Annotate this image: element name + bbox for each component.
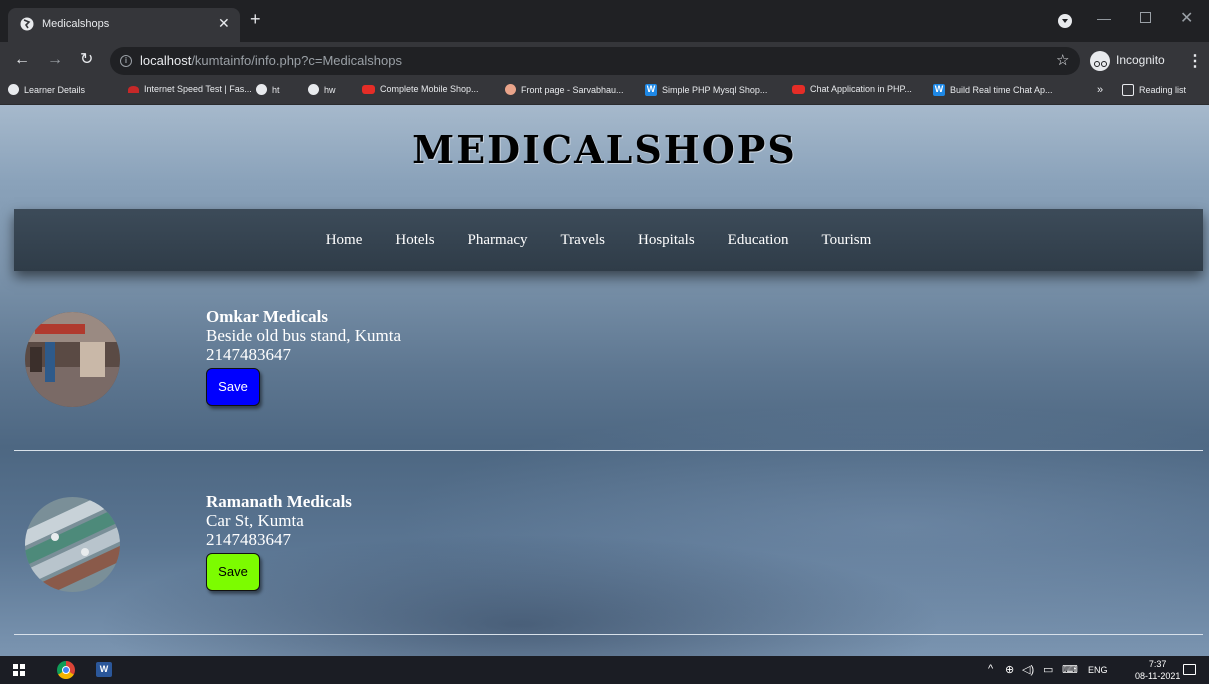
nav-pharmacy[interactable]: Pharmacy	[468, 232, 528, 249]
bookmark-item[interactable]: ht	[256, 84, 280, 95]
shop-address: Beside old bus stand, Kumta	[206, 326, 402, 345]
bookmark-item[interactable]: Front page - Sarvabhau...	[505, 84, 624, 95]
clock-date: 08-11-2021	[1135, 671, 1181, 681]
minimize-icon[interactable]: —	[1097, 10, 1111, 26]
shop-phone: 2147483647	[206, 530, 291, 549]
page-title: MEDICALSHOPS	[412, 127, 797, 172]
address-bar[interactable]: i localhost/kumtainfo/info.php?c=Medical…	[110, 47, 1080, 75]
shop-photo	[25, 497, 120, 592]
system-clock[interactable]: 7:37 08-11-2021	[1135, 658, 1180, 682]
browser-menu-icon[interactable]: ⋮	[1187, 51, 1203, 71]
save-button[interactable]: Save	[206, 368, 260, 406]
globe-icon	[20, 17, 34, 31]
language-indicator[interactable]: ENG	[1088, 665, 1108, 675]
more-bookmarks-button[interactable]: »	[1097, 84, 1103, 96]
bookmark-item[interactable]: W Build Real time Chat Ap...	[933, 84, 1053, 96]
tray-chevron-icon[interactable]: ^	[988, 663, 993, 675]
bookmark-item[interactable]: Chat Application in PHP...	[792, 84, 912, 94]
nav-home[interactable]: Home	[326, 232, 363, 249]
bookmark-item[interactable]: hw	[308, 84, 336, 95]
entry-divider	[14, 634, 1203, 635]
site-favicon-icon	[505, 84, 516, 95]
w3-icon: W	[933, 84, 945, 96]
nav-hospitals[interactable]: Hospitals	[638, 232, 695, 249]
incognito-label[interactable]: Incognito	[1116, 53, 1165, 67]
shop-photo-graphic	[25, 312, 120, 407]
site-info-icon[interactable]: i	[120, 55, 132, 67]
save-button[interactable]: Save	[206, 553, 260, 591]
shop-details: Ramanath Medicals Car St, Kumta 21474836…	[206, 492, 352, 591]
notification-icon[interactable]	[1183, 664, 1196, 675]
keyboard-icon[interactable]: ⌨	[1062, 663, 1078, 676]
network-icon[interactable]: ⊕	[1005, 663, 1014, 676]
windows-start-icon[interactable]	[13, 664, 25, 676]
nav-education[interactable]: Education	[728, 232, 789, 249]
nav-travels[interactable]: Travels	[561, 232, 605, 249]
reading-list-icon	[1122, 84, 1134, 96]
forward-icon[interactable]: →	[47, 51, 63, 69]
browser-toolbar: ← → ↻ i localhost/kumtainfo/info.php?c=M…	[0, 42, 1209, 80]
shop-name: Omkar Medicals	[206, 307, 328, 326]
bookmark-item[interactable]: W Simple PHP Mysql Shop...	[645, 84, 767, 96]
url-text[interactable]: localhost/kumtainfo/info.php?c=Medicalsh…	[140, 53, 402, 68]
new-tab-icon[interactable]: +	[250, 10, 261, 28]
shop-address: Car St, Kumta	[206, 511, 304, 530]
reading-list-button[interactable]: Reading list	[1122, 84, 1186, 96]
clock-time: 7:37	[1148, 659, 1167, 669]
volume-icon[interactable]: ◁)	[1022, 663, 1034, 676]
bookmark-item[interactable]: Complete Mobile Shop...	[362, 84, 479, 94]
browser-titlebar: Medicalshops ✕ + — ✕	[0, 0, 1209, 42]
window-close-icon[interactable]: ✕	[1180, 8, 1193, 28]
w3-icon: W	[645, 84, 657, 96]
profile-dropdown-icon[interactable]	[1058, 14, 1072, 28]
main-navbar: Home Hotels Pharmacy Travels Hospitals E…	[14, 209, 1203, 271]
youtube-icon	[792, 84, 805, 94]
incognito-icon[interactable]	[1090, 51, 1110, 71]
browser-tab[interactable]: Medicalshops ✕	[8, 8, 240, 42]
globe-icon	[308, 84, 319, 95]
tab-title: Medicalshops	[42, 18, 110, 30]
reload-icon[interactable]: ↻	[80, 51, 93, 69]
youtube-icon	[362, 84, 375, 94]
battery-icon[interactable]: ▭	[1043, 663, 1053, 676]
word-taskbar-icon[interactable]: W	[96, 662, 112, 677]
speedtest-icon	[128, 85, 139, 93]
bookmark-item[interactable]: Learner Details	[8, 84, 85, 95]
shop-phone: 2147483647	[206, 345, 291, 364]
bookmark-item[interactable]: Internet Speed Test | Fas...	[128, 84, 252, 94]
back-icon[interactable]: ←	[14, 51, 30, 69]
page-content: MEDICALSHOPS Home Hotels Pharmacy Travel…	[0, 105, 1209, 656]
shop-details: Omkar Medicals Beside old bus stand, Kum…	[206, 307, 401, 406]
windows-taskbar: W ^ ⊕ ◁) ▭ ⌨ ENG 7:37 08-11-2021	[0, 656, 1209, 684]
close-tab-icon[interactable]: ✕	[218, 15, 230, 32]
shop-photo-graphic	[25, 497, 120, 592]
globe-icon	[256, 84, 267, 95]
chrome-taskbar-icon[interactable]	[57, 661, 75, 679]
entry-divider	[14, 450, 1203, 451]
nav-hotels[interactable]: Hotels	[395, 232, 434, 249]
bookmarks-bar: Learner Details Internet Speed Test | Fa…	[0, 80, 1209, 105]
bookmark-star-icon[interactable]: ☆	[1056, 51, 1069, 69]
restore-icon[interactable]	[1140, 12, 1151, 23]
shop-name: Ramanath Medicals	[206, 492, 352, 511]
shop-photo	[25, 312, 120, 407]
nav-tourism[interactable]: Tourism	[821, 232, 871, 249]
globe-icon	[8, 84, 19, 95]
